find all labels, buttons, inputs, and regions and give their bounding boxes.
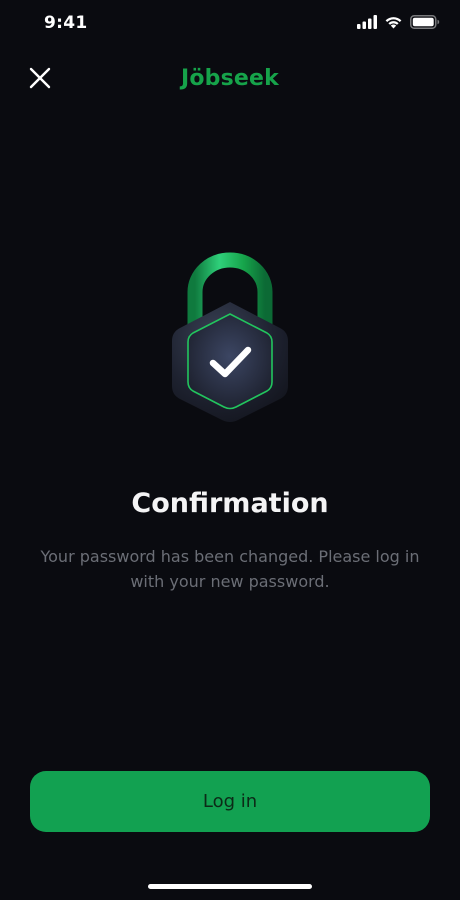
confirmation-message: Your password has been changed. Please l…: [40, 547, 420, 591]
wifi-icon: [384, 15, 403, 29]
status-time: 9:41: [44, 13, 88, 33]
padlock-check-icon: [150, 250, 310, 430]
confirmation-title: Confirmation: [131, 488, 329, 519]
login-button[interactable]: Log in: [30, 771, 430, 832]
cellular-signal-icon: [357, 15, 377, 29]
battery-icon: [410, 15, 440, 29]
status-bar: 9:41: [0, 0, 460, 50]
status-icons: [357, 15, 440, 29]
home-indicator[interactable]: [148, 884, 312, 889]
app-title: Jöbseek: [180, 66, 279, 91]
